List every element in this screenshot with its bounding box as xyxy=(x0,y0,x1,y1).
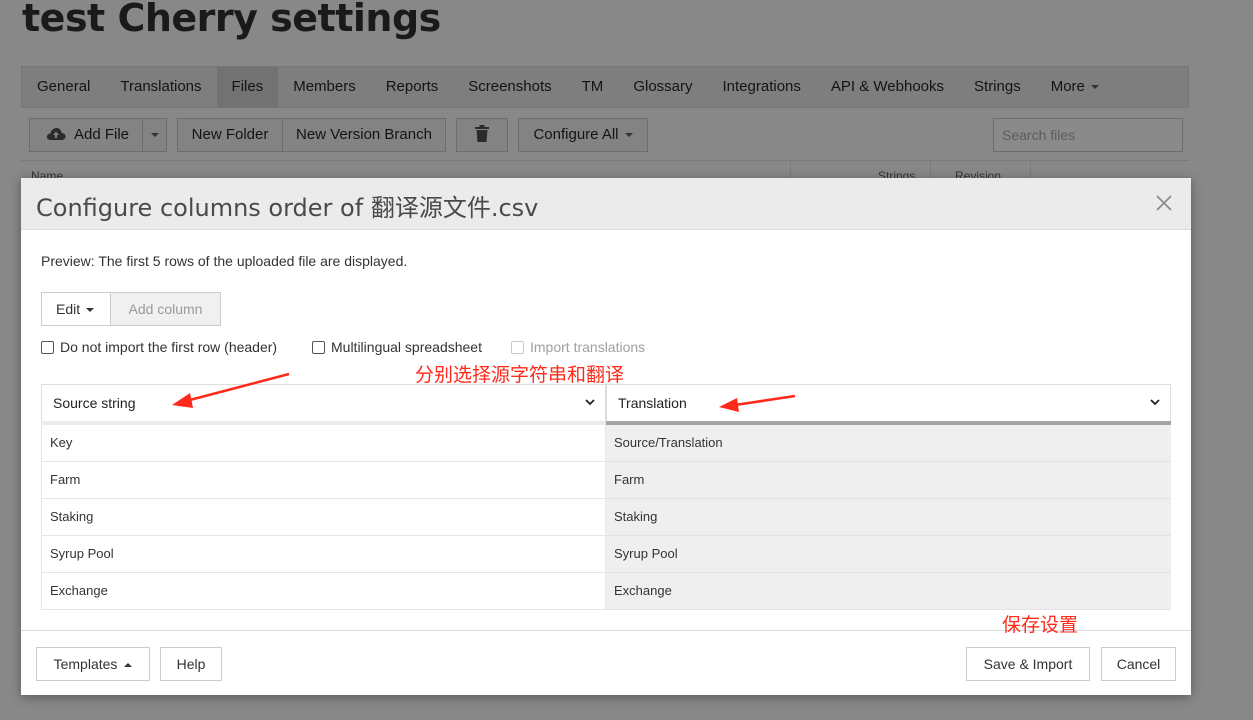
chevron-down-icon xyxy=(1150,399,1160,406)
tab-translations[interactable]: Translations xyxy=(105,67,216,107)
tab-general[interactable]: General xyxy=(22,67,105,107)
table-cell: Source/Translation xyxy=(606,425,1171,462)
annotation-select-hint: 分别选择源字符串和翻译 xyxy=(415,364,625,386)
checkbox-box[interactable] xyxy=(41,340,54,354)
column-type-value: Translation xyxy=(618,395,687,411)
templates-dropdown-button[interactable]: Templates xyxy=(36,647,150,681)
caret-down-icon xyxy=(150,133,159,138)
help-button[interactable]: Help xyxy=(160,647,222,681)
table-cell: Key xyxy=(41,425,606,462)
table-row: Key Source/Translation xyxy=(41,425,1171,462)
import-translations-checkbox: Import translations xyxy=(511,339,645,355)
edit-dropdown-button[interactable]: Edit xyxy=(41,292,111,326)
tab-api-webhooks[interactable]: API & Webhooks xyxy=(816,67,959,107)
trash-icon xyxy=(475,125,489,142)
multilingual-label: Multilingual spreadsheet xyxy=(331,339,482,355)
table-row: Exchange Exchange xyxy=(41,573,1171,610)
caret-up-icon xyxy=(124,663,133,668)
close-icon[interactable] xyxy=(1155,194,1173,212)
column-divider xyxy=(1030,160,1031,180)
checkbox-box[interactable] xyxy=(312,340,325,354)
dialog-header: Configure columns order of 翻译源文件.csv xyxy=(21,178,1191,230)
import-translations-label: Import translations xyxy=(530,339,646,355)
tab-more-label: More xyxy=(1050,78,1085,95)
table-cell: Staking xyxy=(41,499,606,536)
column-type-select-2[interactable]: Translation xyxy=(606,384,1171,422)
caret-down-icon xyxy=(86,308,95,313)
settings-tabs: General Translations Files Members Repor… xyxy=(21,66,1189,108)
preview-description: Preview: The first 5 rows of the uploade… xyxy=(41,253,408,269)
add-file-dropdown-button[interactable] xyxy=(142,118,167,152)
configure-all-label: Configure All xyxy=(533,126,619,143)
delete-button[interactable] xyxy=(456,118,508,152)
caret-down-icon xyxy=(624,133,633,138)
tab-reports[interactable]: Reports xyxy=(371,67,454,107)
dialog-title: Configure columns order of 翻译源文件.csv xyxy=(36,194,539,222)
table-row: Staking Staking xyxy=(41,499,1171,536)
table-row: Syrup Pool Syrup Pool xyxy=(41,536,1171,573)
add-column-button[interactable]: Add column xyxy=(110,292,221,326)
cancel-button[interactable]: Cancel xyxy=(1101,647,1176,681)
table-cell: Staking xyxy=(606,499,1171,536)
tab-glossary[interactable]: Glossary xyxy=(618,67,707,107)
table-cell: Syrup Pool xyxy=(606,536,1171,573)
no-header-checkbox[interactable]: Do not import the first row (header) xyxy=(41,339,277,355)
tab-tm[interactable]: TM xyxy=(567,67,619,107)
tab-integrations[interactable]: Integrations xyxy=(708,67,816,107)
save-import-button[interactable]: Save & Import xyxy=(966,647,1090,681)
chevron-down-icon xyxy=(585,399,595,406)
table-cell: Syrup Pool xyxy=(41,536,606,573)
table-cell: Farm xyxy=(41,462,606,499)
page-title: test Cherry settings xyxy=(22,0,441,40)
multilingual-checkbox[interactable]: Multilingual spreadsheet xyxy=(312,339,482,355)
configure-all-button[interactable]: Configure All xyxy=(518,118,648,152)
table-cell: Exchange xyxy=(41,573,606,610)
new-folder-button[interactable]: New Folder xyxy=(177,118,283,152)
add-file-button[interactable]: Add File xyxy=(29,118,143,152)
tab-strings[interactable]: Strings xyxy=(959,67,1036,107)
caret-down-icon xyxy=(1090,85,1099,90)
edit-label: Edit xyxy=(56,301,81,317)
column-divider xyxy=(790,160,791,180)
table-cell: Farm xyxy=(606,462,1171,499)
new-version-branch-button[interactable]: New Version Branch xyxy=(282,118,446,152)
table-row: Farm Farm xyxy=(41,462,1171,499)
tab-files[interactable]: Files xyxy=(216,67,279,107)
tab-members[interactable]: Members xyxy=(278,67,371,107)
annotation-save-hint: 保存设置 xyxy=(1002,614,1079,636)
tab-more[interactable]: More xyxy=(1036,67,1114,107)
dialog-footer: Templates Help Save & Import Cancel xyxy=(21,630,1191,696)
cloud-upload-icon xyxy=(46,128,66,140)
table-cell: Exchange xyxy=(606,573,1171,610)
checkbox-box xyxy=(511,340,524,354)
search-files-input[interactable]: Search files xyxy=(993,118,1183,152)
column-type-select-1[interactable]: Source string xyxy=(41,384,606,422)
no-header-label: Do not import the first row (header) xyxy=(60,339,278,355)
templates-label: Templates xyxy=(53,656,118,672)
column-divider xyxy=(930,160,931,180)
add-file-label: Add File xyxy=(74,126,130,143)
tab-screenshots[interactable]: Screenshots xyxy=(453,67,566,107)
column-type-value: Source string xyxy=(53,395,136,411)
